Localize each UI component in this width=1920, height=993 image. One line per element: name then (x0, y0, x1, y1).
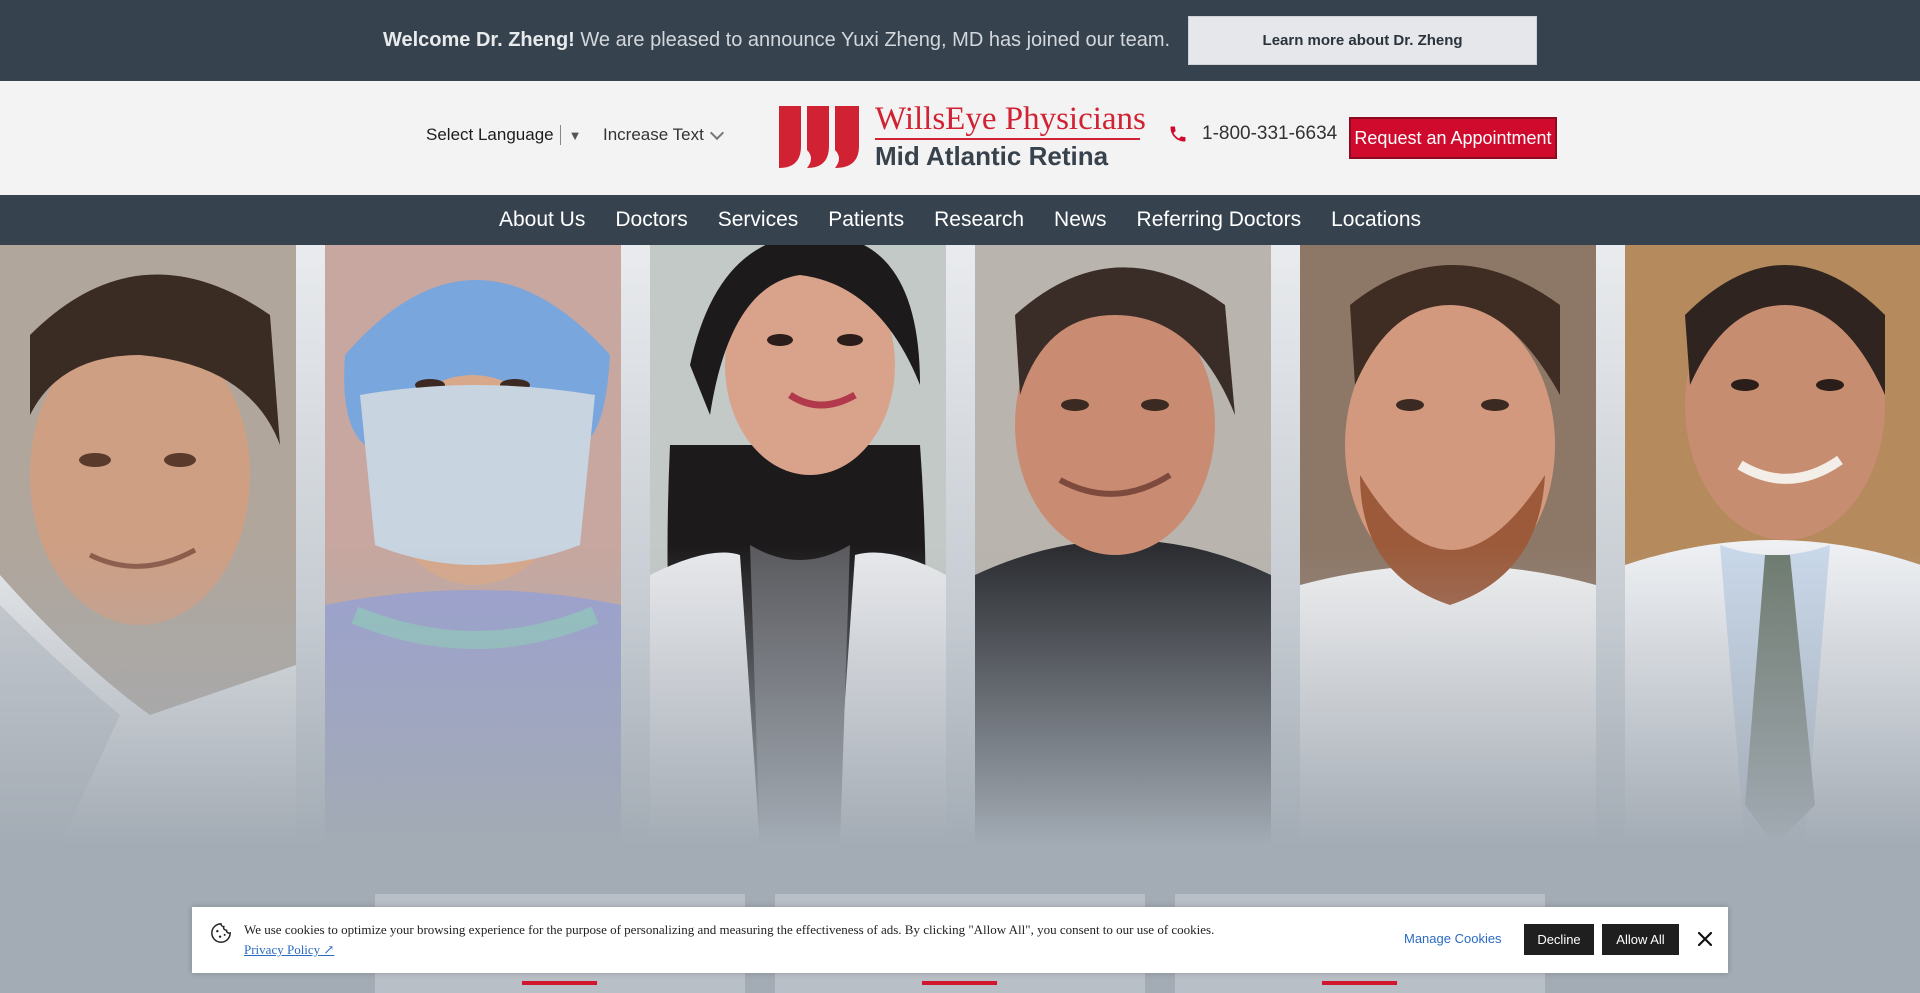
logo-title: WillsEye Physicians (875, 101, 1146, 137)
photo-fade (1300, 545, 1596, 845)
doctor-photo-2 (325, 245, 621, 845)
doctor-photo-1 (0, 245, 296, 845)
main-nav: About Us Doctors Services Patients Resea… (0, 195, 1920, 245)
photo-fade (650, 545, 946, 845)
photo-gap (1596, 245, 1625, 845)
card-accent-bar (1322, 981, 1397, 985)
nav-about-us[interactable]: About Us (499, 208, 585, 232)
increase-text-toggle[interactable]: Increase Text (603, 125, 724, 145)
nav-services[interactable]: Services (718, 208, 799, 232)
photo-fade (975, 545, 1271, 845)
doctor-photo-5 (1300, 245, 1596, 845)
card-accent-bar (922, 981, 997, 985)
site-logo[interactable]: WillsEye Physicians Mid Atlantic Retina (779, 101, 1146, 171)
request-appointment-button[interactable]: Request an Appointment (1349, 117, 1557, 159)
increase-text-label: Increase Text (603, 125, 704, 144)
language-label: Select Language (426, 125, 554, 144)
logo-mark-icon (779, 106, 859, 168)
announcement-text: Welcome Dr. Zheng! We are pleased to ann… (383, 29, 1170, 52)
privacy-policy-link[interactable]: Privacy Policy ↗ (244, 942, 334, 958)
nav-referring-doctors[interactable]: Referring Doctors (1137, 208, 1302, 232)
doctor-photo-6 (1625, 245, 1920, 845)
photo-fade (0, 545, 296, 845)
nav-locations[interactable]: Locations (1331, 208, 1421, 232)
phone-icon (1170, 126, 1186, 142)
nav-patients[interactable]: Patients (828, 208, 904, 232)
site-header: Select Language ▼ Increase Text WillsEye… (0, 81, 1920, 195)
cookie-banner: We use cookies to optimize your browsing… (192, 907, 1728, 973)
cookie-message: We use cookies to optimize your browsing… (244, 922, 1324, 958)
announcement-message: We are pleased to announce Yuxi Zheng, M… (580, 29, 1171, 51)
card-accent-bar (522, 981, 597, 985)
logo-rule (875, 138, 1140, 140)
cookie-text: We use cookies to optimize your browsing… (244, 922, 1215, 937)
language-selector[interactable]: Select Language ▼ (426, 125, 581, 145)
photo-fade (1625, 545, 1920, 845)
photo-gap (296, 245, 325, 845)
doctor-photo-4 (975, 245, 1271, 845)
nav-doctors[interactable]: Doctors (615, 208, 687, 232)
allow-all-button[interactable]: Allow All (1602, 924, 1679, 955)
hero-section (0, 245, 1920, 993)
learn-more-button[interactable]: Learn more about Dr. Zheng (1188, 16, 1538, 65)
announcement-bold: Welcome Dr. Zheng! (382, 29, 575, 51)
phone-link[interactable]: 1-800-331-6634 (1168, 123, 1337, 145)
nav-research[interactable]: Research (934, 208, 1024, 232)
photo-gap (1271, 245, 1300, 845)
announcement-bar: Welcome Dr. Zheng! We are pleased to ann… (0, 0, 1920, 81)
logo-subtitle: Mid Atlantic Retina (875, 141, 1109, 171)
photo-gap (621, 245, 650, 845)
manage-cookies-link[interactable]: Manage Cookies (1404, 931, 1502, 946)
language-divider (559, 125, 561, 145)
close-icon[interactable] (1692, 926, 1718, 952)
doctor-photo-3 (650, 245, 946, 845)
nav-news[interactable]: News (1054, 208, 1107, 232)
cookie-icon (211, 923, 231, 943)
language-caret-icon: ▼ (568, 127, 582, 143)
photo-gap (946, 245, 975, 845)
photo-fade (325, 545, 621, 845)
chevron-down-icon (709, 125, 724, 140)
phone-number: 1-800-331-6634 (1202, 123, 1338, 144)
decline-button[interactable]: Decline (1524, 924, 1594, 955)
